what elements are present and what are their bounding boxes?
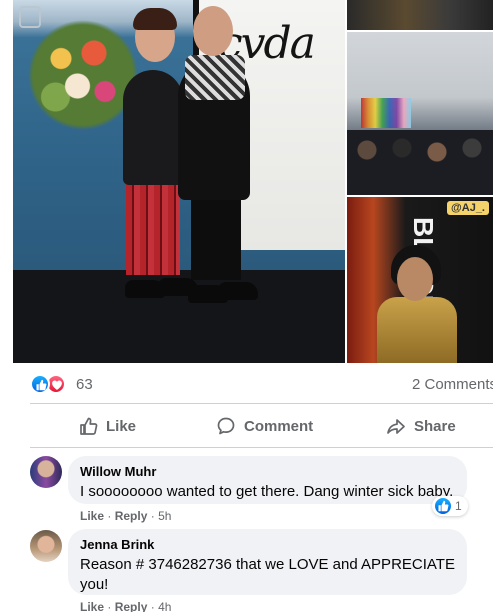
shoe (218, 282, 258, 300)
share-button-label: Share (414, 417, 456, 435)
like-button-label: Like (106, 417, 137, 435)
comment-text: Reason # 3746282736 that we LOVE and APP… (80, 556, 455, 593)
divider (30, 447, 493, 448)
comment-reply-link[interactable]: Reply (115, 509, 148, 523)
comment-reaction-badge[interactable]: 1 (432, 496, 468, 516)
person-right-scarf (185, 55, 245, 100)
comment-icon (217, 417, 235, 435)
comment-author[interactable]: Jenna Brink (80, 537, 455, 553)
comment-bubble: Willow Muhr I soooooooo wanted to get th… (68, 456, 467, 504)
comment-bubble: Jenna Brink Reason # 3746282736 that we … (68, 529, 467, 595)
photo-bottom-right[interactable]: BLACK MATTE @AJ_. (347, 197, 493, 363)
comment-time[interactable]: 4h (158, 600, 171, 612)
comment-like-link[interactable]: Like (80, 600, 104, 612)
avatar[interactable] (30, 530, 62, 562)
comment-button-label: Comment (244, 417, 314, 435)
performer-face (397, 257, 433, 301)
comment-meta: Like · Reply · 5h (80, 509, 171, 523)
comment-reply-link[interactable]: Reply (115, 600, 148, 612)
meta-separator: · (107, 600, 112, 612)
comment-reaction-count: 1 (455, 499, 462, 513)
camera-icon (19, 6, 41, 28)
photo-main[interactable]: cvda (13, 0, 345, 363)
avatar[interactable] (30, 456, 62, 488)
like-icon (435, 498, 451, 514)
like-icon (30, 374, 50, 394)
share-button[interactable]: Share (386, 410, 456, 442)
reactions-summary: 63 2 Comments (30, 372, 493, 398)
person-right-legs (191, 195, 241, 280)
thumbs-up-icon (80, 417, 98, 435)
facebook-post: cvda BLACK MATTE @AJ (0, 0, 493, 612)
comment-author[interactable]: Willow Muhr (80, 464, 455, 480)
meta-separator: · (150, 509, 155, 523)
comment-text: I soooooooo wanted to get there. Dang wi… (80, 483, 454, 500)
photo-mid-right[interactable] (347, 32, 493, 195)
comment-button[interactable]: Comment (216, 410, 313, 442)
person-left (123, 70, 183, 185)
reaction-icons[interactable] (30, 374, 70, 394)
photo-watermark: @AJ_. (447, 201, 489, 215)
performer-body (377, 297, 457, 363)
person-right-head (193, 6, 233, 56)
comment-time[interactable]: 5h (158, 509, 171, 523)
person-left-legs (126, 180, 180, 275)
pride-flag (361, 98, 411, 128)
divider (30, 403, 493, 404)
photo-top-right[interactable] (347, 0, 493, 30)
comment-like-link[interactable]: Like (80, 509, 104, 523)
person-left-hair (133, 8, 177, 30)
comment-meta: Like · Reply · 4h (80, 600, 171, 612)
like-button[interactable]: Like (78, 410, 136, 442)
comments-count-link[interactable]: 2 Comments (412, 376, 493, 393)
reaction-count[interactable]: 63 (76, 376, 93, 393)
share-icon (387, 419, 405, 434)
crowd (347, 130, 493, 195)
meta-separator: · (107, 509, 112, 523)
meta-separator: · (150, 600, 155, 612)
flower-bouquet (28, 20, 138, 130)
photo-grid: cvda BLACK MATTE @AJ (13, 0, 493, 363)
